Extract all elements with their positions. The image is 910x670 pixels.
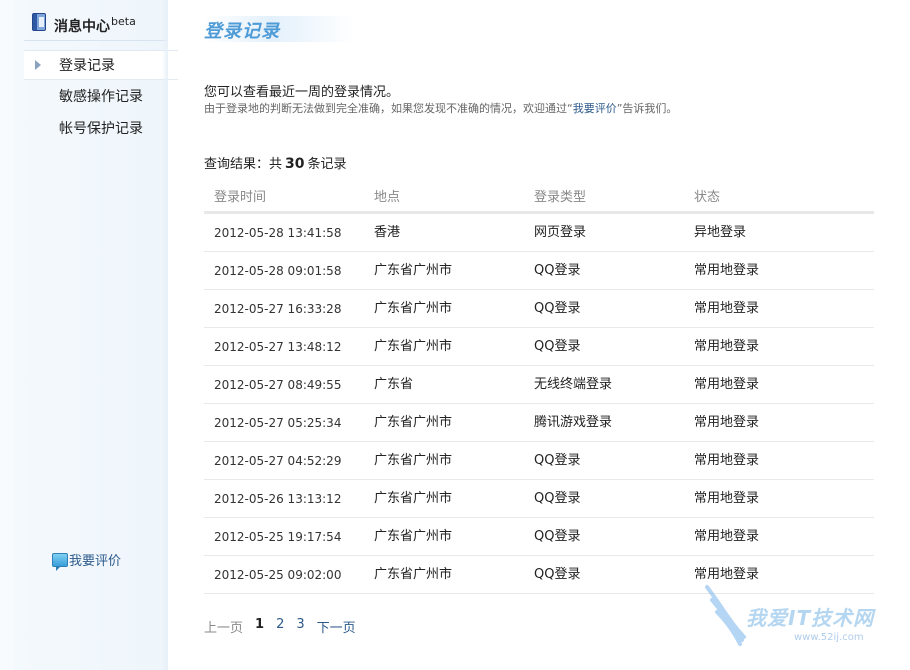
cell-location: 香港 xyxy=(374,225,401,240)
page-2-button[interactable]: 2 xyxy=(276,617,284,636)
cell-status: 常用地登录 xyxy=(694,453,760,468)
watermark-text: 我爱IT技术网 xyxy=(746,606,875,630)
cell-login-time: 2012-05-25 19:17:54 xyxy=(214,530,342,544)
sidebar-header: 消息中心beta xyxy=(24,10,168,41)
next-page-button[interactable]: 下一页 xyxy=(317,617,356,636)
cell-location: 广东省广州市 xyxy=(374,567,453,582)
cell-status: 常用地登录 xyxy=(694,529,760,544)
cell-login-time: 2012-05-26 13:13:12 xyxy=(214,492,342,506)
page-3-button[interactable]: 3 xyxy=(296,617,304,636)
result-count: 30 xyxy=(285,156,305,172)
chat-bubble-icon xyxy=(52,552,68,571)
cell-login-time: 2012-05-28 09:01:58 xyxy=(214,264,342,278)
cell-location: 广东省广州市 xyxy=(374,415,453,430)
sidebar-item-label: 登录记录 xyxy=(59,58,115,74)
cell-login-type: 腾讯游戏登录 xyxy=(534,415,613,430)
cell-login-type: QQ登录 xyxy=(534,339,581,354)
header-login-type: 登录类型 xyxy=(534,190,587,205)
cell-login-time: 2012-05-28 13:41:58 xyxy=(214,226,342,240)
sidebar-item-account-protection[interactable]: 帐号保护记录 xyxy=(24,114,178,144)
sidebar-item-sensitive-operations[interactable]: 敏感操作记录 xyxy=(24,82,178,112)
watermark-url: www.52ij.com xyxy=(794,632,864,643)
book-icon xyxy=(32,13,46,31)
cell-login-type: 无线终端登录 xyxy=(534,377,613,392)
cell-location: 广东省广州市 xyxy=(374,339,453,354)
cell-login-time: 2012-05-25 09:02:00 xyxy=(214,568,342,582)
table-row: 2012-05-28 09:01:58 广东省广州市 QQ登录 常用地登录 xyxy=(204,252,874,290)
cell-status: 常用地登录 xyxy=(694,491,760,506)
prev-page-button[interactable]: 上一页 xyxy=(204,617,243,636)
cell-login-type: QQ登录 xyxy=(534,453,581,468)
sidebar-item-login-records[interactable]: 登录记录 xyxy=(24,50,178,80)
feedback-link[interactable]: 我要评价 xyxy=(52,550,122,571)
sidebar-title: 消息中心beta xyxy=(54,15,136,35)
cell-location: 广东省广州市 xyxy=(374,491,453,506)
sidebar-nav: 登录记录 敏感操作记录 帐号保护记录 xyxy=(24,50,178,146)
cell-login-time: 2012-05-27 13:48:12 xyxy=(214,340,342,354)
cell-status: 常用地登录 xyxy=(694,263,760,278)
sidebar-item-label: 敏感操作记录 xyxy=(59,89,143,105)
pagination: 上一页 1 2 3 下一页 xyxy=(204,617,368,636)
cell-status: 常用地登录 xyxy=(694,339,760,354)
cell-login-time: 2012-05-27 04:52:29 xyxy=(214,454,342,468)
cell-status: 常用地登录 xyxy=(694,415,760,430)
header-login-time: 登录时间 xyxy=(214,190,267,205)
header-location: 地点 xyxy=(374,190,401,205)
cell-login-time: 2012-05-27 08:49:55 xyxy=(214,378,342,392)
cell-login-type: QQ登录 xyxy=(534,567,581,582)
table-row: 2012-05-27 08:49:55 广东省 无线终端登录 常用地登录 xyxy=(204,366,874,404)
cell-status: 常用地登录 xyxy=(694,377,760,392)
table-row: 2012-05-27 16:33:28 广东省广州市 QQ登录 常用地登录 xyxy=(204,290,874,328)
beta-label: beta xyxy=(111,15,136,28)
header-status: 状态 xyxy=(694,190,721,205)
wing-logo-icon xyxy=(705,585,746,646)
cell-login-time: 2012-05-27 05:25:34 xyxy=(214,416,342,430)
cell-location: 广东省广州市 xyxy=(374,453,453,468)
table-row: 2012-05-26 13:13:12 广东省广州市 QQ登录 常用地登录 xyxy=(204,480,874,518)
cell-location: 广东省广州市 xyxy=(374,263,453,278)
table-header: 登录时间 地点 登录类型 状态 xyxy=(204,181,874,214)
cell-location: 广东省 xyxy=(374,377,414,392)
accuracy-note: 由于登录地的判断无法做到完全准确，如果您发现不准确的情况，欢迎通过“我要评价”告… xyxy=(204,102,678,115)
login-records-table: 登录时间 地点 登录类型 状态 2012-05-28 13:41:58 香港 网页登… xyxy=(204,181,874,594)
sidebar: 消息中心beta 登录记录 敏感操作记录 帐号保护记录 我要评价 xyxy=(0,0,178,670)
cell-login-type: QQ登录 xyxy=(534,301,581,316)
cell-login-time: 2012-05-27 16:33:28 xyxy=(214,302,342,316)
feedback-inline-link[interactable]: 我要评价 xyxy=(573,102,617,115)
cell-login-type: QQ登录 xyxy=(534,529,581,544)
sidebar-item-label: 帐号保护记录 xyxy=(59,121,143,137)
table-row: 2012-05-28 13:41:58 香港 网页登录 异地登录 xyxy=(204,214,874,252)
feedback-label: 我要评价 xyxy=(69,554,122,569)
result-summary: 查询结果：共 30 条记录 xyxy=(204,156,347,172)
cell-location: 广东省广州市 xyxy=(374,529,453,544)
page-1-button[interactable]: 1 xyxy=(255,617,264,636)
intro-text: 您可以查看最近一周的登录情况。 xyxy=(204,85,400,100)
cell-status: 常用地登录 xyxy=(694,301,760,316)
cell-login-type: QQ登录 xyxy=(534,491,581,506)
table-row: 2012-05-27 05:25:34 广东省广州市 腾讯游戏登录 常用地登录 xyxy=(204,404,874,442)
cell-login-type: 网页登录 xyxy=(534,225,587,240)
page-title: 登录记录 xyxy=(204,21,280,42)
cell-location: 广东省广州市 xyxy=(374,301,453,316)
table-row: 2012-05-27 04:52:29 广东省广州市 QQ登录 常用地登录 xyxy=(204,442,874,480)
table-row: 2012-05-25 19:17:54 广东省广州市 QQ登录 常用地登录 xyxy=(204,518,874,556)
cell-login-type: QQ登录 xyxy=(534,263,581,278)
watermark: 我爱IT技术网 www.52ij.com xyxy=(694,582,904,662)
table-row: 2012-05-27 13:48:12 广东省广州市 QQ登录 常用地登录 xyxy=(204,328,874,366)
cell-status: 异地登录 xyxy=(694,225,747,240)
